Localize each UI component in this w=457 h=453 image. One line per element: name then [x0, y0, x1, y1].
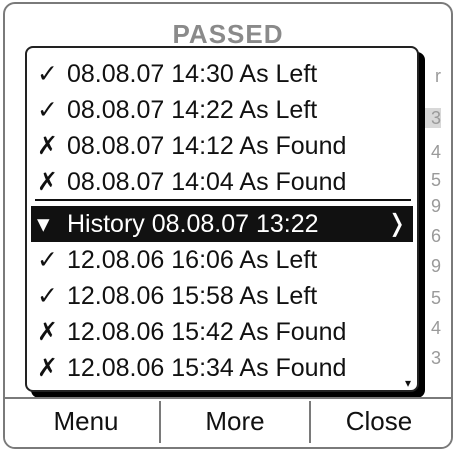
history-item[interactable]: ✗ 08.08.07 14:12 As Found	[37, 128, 409, 164]
history-item-selected[interactable]: ▾ History 08.08.07 13:22 ❭	[31, 206, 413, 242]
scroll-down-icon[interactable]: ▾	[405, 376, 411, 390]
history-item-label: 12.08.06 16:06 As Left	[67, 246, 318, 274]
status-title: PASSED	[172, 19, 284, 49]
check-icon: ✓	[37, 246, 58, 274]
history-item-label: 08.08.07 14:30 As Left	[67, 60, 318, 88]
softkey-bar: Menu More Close	[5, 397, 451, 447]
history-item[interactable]: ✓ 12.08.06 16:06 As Left	[37, 242, 409, 278]
history-item[interactable]: ✗ 08.08.07 14:04 As Found	[37, 164, 409, 200]
history-icon: ▾	[37, 210, 50, 238]
history-item[interactable]: ✓ 08.08.07 14:22 As Left	[37, 92, 409, 128]
history-item-label: 12.08.06 15:42 As Found	[67, 318, 347, 346]
chevron-right-icon[interactable]: ❭	[387, 206, 407, 242]
history-item-label: 08.08.07 14:12 As Found	[67, 132, 347, 160]
list-separator	[35, 199, 411, 201]
more-button[interactable]: More	[161, 401, 311, 443]
history-item-label: 08.08.07 14:04 As Found	[67, 168, 347, 196]
check-icon: ✓	[37, 96, 58, 124]
history-item-label: 12.08.06 15:34 As Found	[67, 354, 347, 382]
history-item-label: 08.08.07 14:22 As Left	[67, 96, 318, 124]
cross-icon: ✗	[37, 132, 58, 160]
device-screen: PASSED r 3 4 5 9 6 9 5 4 3 ✓ 08.08.07 14:…	[3, 2, 453, 449]
history-item[interactable]: ✓ 08.08.07 14:30 As Left	[37, 56, 409, 92]
history-item-label: 12.08.06 15:58 As Left	[67, 282, 318, 310]
cross-icon: ✗	[37, 168, 58, 196]
check-icon: ✓	[37, 282, 58, 310]
cross-icon: ✗	[37, 318, 58, 346]
history-popup: ✓ 08.08.07 14:30 As Left ✓ 08.08.07 14:22 …	[25, 46, 419, 392]
history-item[interactable]: ✗ 12.08.06 15:34 As Found	[37, 350, 409, 386]
menu-button[interactable]: Menu	[13, 401, 161, 443]
close-button[interactable]: Close	[311, 401, 447, 443]
cross-icon: ✗	[37, 354, 58, 382]
history-item-label: History 08.08.07 13:22	[67, 210, 319, 238]
check-icon: ✓	[37, 60, 58, 88]
history-item[interactable]: ✓ 12.08.06 15:58 As Left	[37, 278, 409, 314]
history-item[interactable]: ✗ 12.08.06 15:42 As Found	[37, 314, 409, 350]
